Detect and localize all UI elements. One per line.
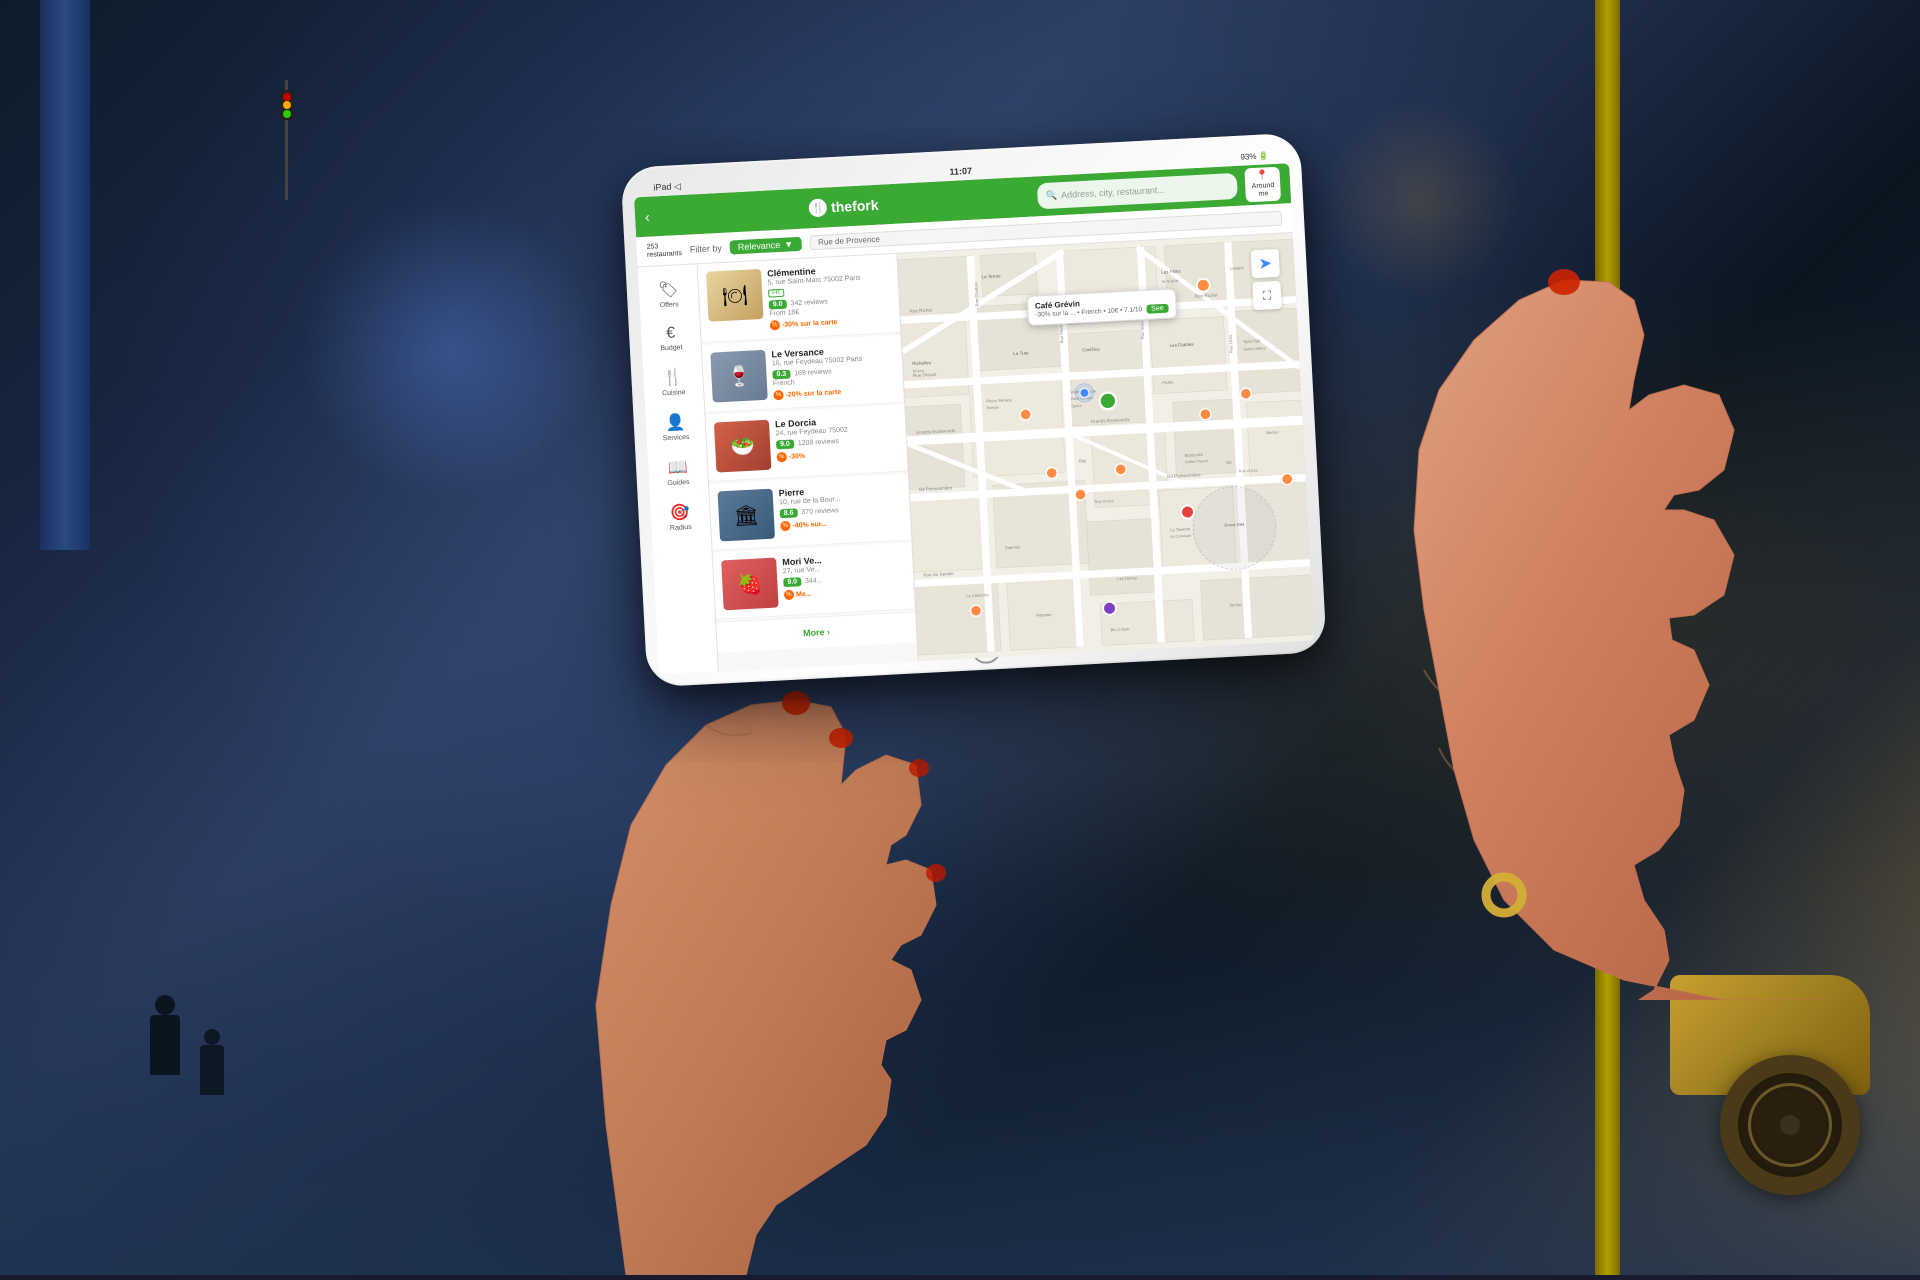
clementine-type-badge: FR	[768, 289, 784, 298]
pierre-discount: % -40% sur...	[780, 515, 902, 531]
pierre-thumbnail: 🏛	[718, 489, 776, 542]
versance-discount: % -20% sur la carte	[773, 384, 895, 400]
guides-label: Guides	[667, 479, 690, 487]
status-right: 93% 🔋	[1240, 151, 1269, 161]
versance-discount-icon: %	[773, 390, 784, 401]
budget-label: Budget	[660, 344, 683, 352]
logo-icon: 🍴	[809, 198, 828, 217]
clementine-discount-text: -30% sur la carte	[782, 319, 838, 329]
location-pin-icon: 📍	[1256, 170, 1269, 183]
restaurant-item-versance[interactable]: 🍷 Le Versance 16, rue Feydeau 75002 Pari…	[702, 335, 904, 413]
mori-discount-icon: %	[784, 590, 795, 601]
count-label: restaurants	[647, 250, 682, 260]
svg-text:CinéDoc: CinéDoc	[1082, 347, 1101, 353]
logo-text: thefork	[831, 197, 879, 215]
sidebar-item-offers[interactable]: 🏷 Offers	[643, 273, 695, 317]
dorcia-rating-badge: 9.0	[776, 439, 794, 449]
right-hand	[1124, 200, 1824, 1000]
dorcia-reviews: 1209 reviews	[798, 438, 840, 447]
versance-thumbnail: 🍷	[710, 350, 768, 403]
restaurant-item-clementine[interactable]: 🍽 Clémentine 5, rue Saint-Marc 75002 Par…	[698, 254, 901, 343]
silhouette-person-2	[200, 1029, 224, 1095]
svg-text:Elgi: Elgi	[1079, 458, 1086, 463]
svg-text:Saemes: Saemes	[1005, 544, 1020, 550]
restaurant-item-pierre[interactable]: 🏛 Pierre 10, rue de la Bour... 8.6 370 r…	[709, 474, 911, 551]
left-hand	[576, 625, 976, 1275]
dropdown-label: Relevance	[738, 239, 781, 251]
relevance-dropdown[interactable]: Relevance ▼	[729, 236, 801, 254]
filter-by-label: Filter by	[690, 242, 722, 254]
sidebar-item-radius[interactable]: 🎯 Radius	[654, 495, 706, 539]
restaurant-item-mori[interactable]: 🍓 Mori Ve... 27, rue Ve... 9.0 344... % …	[713, 542, 915, 619]
dorcia-discount-icon: %	[777, 452, 788, 463]
versance-rating-badge: 9.3	[772, 370, 790, 380]
clementine-info: Clémentine 5, rue Saint-Marc 75002 Paris…	[767, 262, 892, 330]
pierre-rating-badge: 8.6	[780, 508, 798, 518]
restaurant-item-dorcia[interactable]: 🥗 Le Dorcia 24, rue Feydeau 75002 9.0 12…	[705, 405, 907, 482]
radius-label: Radius	[670, 524, 692, 532]
versance-reviews: 169 reviews	[794, 368, 832, 377]
budget-icon: €	[666, 325, 676, 343]
mori-reviews: 344...	[805, 577, 823, 585]
offers-label: Offers	[660, 301, 679, 309]
mori-discount: % Me...	[784, 584, 906, 600]
search-placeholder: Address, city, restaurant...	[1061, 185, 1165, 200]
radius-icon: 🎯	[670, 502, 691, 523]
restaurant-count: 253 restaurants	[646, 242, 682, 259]
clementine-discount: % -30% sur la carte	[770, 314, 892, 330]
silhouette-person-1	[150, 995, 180, 1075]
services-label: Services	[663, 434, 690, 442]
clementine-reviews: 342 reviews	[790, 298, 828, 307]
clementine-thumbnail: 🍽	[706, 269, 764, 322]
versance-discount-text: -20% sur la carte	[785, 388, 841, 398]
back-button[interactable]: ‹	[645, 209, 651, 225]
clementine-rating-badge: 9.0	[769, 300, 787, 310]
svg-text:Richelieu: Richelieu	[912, 360, 932, 366]
services-icon: 👤	[665, 412, 686, 433]
traffic-light	[280, 80, 288, 200]
mori-rating-badge: 9.0	[783, 577, 801, 587]
svg-text:La Terroir: La Terroir	[981, 273, 1001, 279]
around-me-line2: me	[1258, 190, 1268, 199]
dorcia-thumbnail: 🥗	[714, 420, 772, 473]
svg-text:Opéra: Opéra	[1071, 404, 1082, 409]
dorcia-discount: % -30%	[777, 446, 899, 462]
address-text: Rue de Provence	[818, 235, 880, 247]
restaurant-list: 🍽 Clémentine 5, rue Saint-Marc 75002 Par…	[698, 254, 919, 672]
offers-icon: 🏷	[658, 279, 679, 300]
status-ipad-label: iPad ◁	[653, 181, 681, 193]
sidebar-item-guides[interactable]: 📖 Guides	[652, 450, 704, 494]
status-battery: 93% 🔋	[1240, 151, 1269, 161]
clementine-discount-icon: %	[770, 320, 781, 331]
svg-text:La Tute: La Tute	[1013, 350, 1029, 356]
pierre-info: Pierre 10, rue de la Bour... 8.6 370 rev…	[778, 482, 902, 538]
guides-icon: 📖	[667, 457, 688, 478]
pierre-discount-text: -40% sur...	[792, 520, 827, 529]
cuisine-icon: 🍴	[663, 367, 684, 388]
mori-discount-text: Me...	[796, 590, 812, 598]
dorcia-discount-text: -30%	[789, 452, 806, 460]
mori-info: Mori Ve... 27, rue Ve... 9.0 344... % Me…	[782, 551, 906, 607]
sidebar-item-services[interactable]: 👤 Services	[650, 405, 702, 449]
pierre-discount-icon: %	[780, 521, 791, 532]
around-me-button[interactable]: 📍 Around me	[1245, 166, 1281, 203]
pierre-reviews: 370 reviews	[801, 507, 839, 516]
sidebar-item-budget[interactable]: € Budget	[645, 317, 697, 359]
dropdown-chevron-icon: ▼	[784, 239, 793, 249]
svg-text:Paname: Paname	[1036, 612, 1052, 618]
mori-thumbnail: 🍓	[721, 558, 779, 611]
dorcia-info: Le Dorcia 24, rue Feydeau 75002 9.0 1209…	[775, 413, 899, 469]
left-wall	[40, 0, 90, 550]
search-icon: 🔍	[1046, 190, 1058, 202]
svg-text:Drouot: Drouot	[913, 369, 924, 374]
scooter-wheel	[1720, 1055, 1860, 1195]
status-time: 11:07	[949, 166, 972, 177]
versance-info: Le Versance 16, rue Feydeau 75002 Paris …	[771, 343, 896, 400]
sidebar-item-cuisine[interactable]: 🍴 Cuisine	[647, 360, 699, 404]
svg-text:Romain: Romain	[986, 405, 999, 410]
cuisine-label: Cuisine	[662, 389, 686, 397]
